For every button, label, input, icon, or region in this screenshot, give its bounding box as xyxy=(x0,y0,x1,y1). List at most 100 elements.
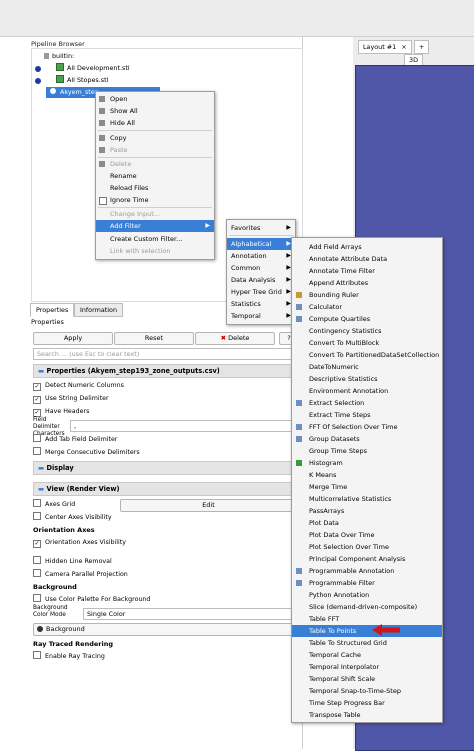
filter-item-environment-annotation[interactable]: Environment Annotation xyxy=(292,385,442,397)
close-icon[interactable]: × xyxy=(401,43,406,51)
enable-ray-tracing-checkbox[interactable]: Enable Ray Tracing xyxy=(33,651,105,662)
filter-item-convert-to-partitioneddatasetcollection[interactable]: Convert To PartitionedDataSetCollection xyxy=(292,349,442,361)
eye-icon[interactable] xyxy=(35,78,41,84)
axes-grid-label: Axes Grid xyxy=(45,501,76,508)
filter-item-plot-selection-over-time[interactable]: Plot Selection Over Time xyxy=(292,541,442,553)
filter-item-plot-data[interactable]: Plot Data xyxy=(292,517,442,529)
filter-item-calculator[interactable]: Calculator xyxy=(292,301,442,313)
filter-item-table-to-points[interactable]: Table To Points xyxy=(292,625,442,637)
menu-item-show-all[interactable]: Show All xyxy=(96,105,214,117)
filter-item-slice-demand-driven-composite[interactable]: Slice (demand-driven-composite) xyxy=(292,601,442,613)
filter-item-python-annotation[interactable]: Python Annotation xyxy=(292,589,442,601)
menu-item-rename[interactable]: Rename xyxy=(96,170,214,182)
tab-properties[interactable]: Properties xyxy=(30,303,75,317)
field-delimiter-input[interactable]: , xyxy=(70,420,299,432)
filter-item-convert-to-multiblock[interactable]: Convert To MultiBlock xyxy=(292,337,442,349)
axes-grid-edit-button[interactable]: Edit xyxy=(120,499,297,512)
menu-item-hide-all[interactable]: Hide All xyxy=(96,117,214,129)
menu-item-label: Create Custom Filter... xyxy=(110,235,183,243)
eye-icon[interactable] xyxy=(35,66,41,72)
filter-item-bounding-ruler[interactable]: Bounding Ruler xyxy=(292,289,442,301)
tree-item-all-development[interactable]: All Development.stl xyxy=(56,63,130,74)
menu-item-hyper-tree-grid[interactable]: Hyper Tree Grid ▶ xyxy=(227,286,295,298)
delete-button[interactable]: ✖ Delete xyxy=(195,332,275,345)
view-section[interactable]: ▬ View (Render View) xyxy=(33,482,303,496)
merge-delimiters-checkbox[interactable]: Merge Consecutive Delimiters xyxy=(33,447,140,458)
add-layout-button[interactable]: + xyxy=(414,40,430,54)
filter-item-label: Annotate Time Filter xyxy=(309,267,375,275)
orientation-visibility-label: Orientation Axes Visibility xyxy=(45,539,126,546)
filter-item-programmable-filter[interactable]: Programmable Filter xyxy=(292,577,442,589)
filter-item-temporal-shift-scale[interactable]: Temporal Shift Scale xyxy=(292,673,442,685)
axes-grid-checkbox[interactable]: Axes Grid xyxy=(33,499,75,510)
camera-parallel-checkbox[interactable]: Camera Parallel Projection xyxy=(33,569,128,580)
menu-item-alphabetical[interactable]: Alphabetical ▶ xyxy=(227,238,295,250)
add-tab-delimiter-checkbox[interactable]: Add Tab Field Delimiter xyxy=(33,434,117,445)
eye-icon[interactable] xyxy=(50,88,56,94)
menu-item-temporal[interactable]: Temporal ▶ xyxy=(227,310,295,322)
tab-information[interactable]: Information xyxy=(74,303,123,317)
tab-information-label: Information xyxy=(80,306,117,314)
menu-item-copy[interactable]: Copy xyxy=(96,132,214,144)
tree-item-all-stopes[interactable]: All Stopes.stl xyxy=(56,75,108,86)
filter-item-label: Transpose Table xyxy=(309,711,361,719)
filter-item-compute-quartiles[interactable]: Compute Quartiles xyxy=(292,313,442,325)
search-input[interactable]: Search ... (use Esc to clear text) xyxy=(33,348,300,360)
detect-numeric-checkbox[interactable]: ✓ Detect Numeric Columns xyxy=(33,380,124,391)
menu-item-reload-files[interactable]: Reload Files xyxy=(96,182,214,194)
filter-item-passarrays[interactable]: PassArrays xyxy=(292,505,442,517)
filter-item-annotate-attribute-data[interactable]: Annotate Attribute Data xyxy=(292,253,442,265)
filter-item-descriptive-statistics[interactable]: Descriptive Statistics xyxy=(292,373,442,385)
center-axes-checkbox[interactable]: Center Axes Visibility xyxy=(33,512,112,523)
filter-item-time-step-progress-bar[interactable]: Time Step Progress Bar xyxy=(292,697,442,709)
use-color-palette-checkbox[interactable]: Use Color Palette For Background xyxy=(33,594,150,605)
orientation-visibility-checkbox[interactable]: ✓ Orientation Axes Visibility xyxy=(33,537,126,548)
menu-item-ignore-time[interactable]: Ignore Time xyxy=(96,194,214,206)
filter-item-k-means[interactable]: K Means xyxy=(292,469,442,481)
filter-item-contingency-statistics[interactable]: Contingency Statistics xyxy=(292,325,442,337)
filter-item-histogram[interactable]: Histogram xyxy=(292,457,442,469)
menu-item-common[interactable]: Common ▶ xyxy=(227,262,295,274)
filter-item-principal-component-analysis[interactable]: Principal Component Analysis xyxy=(292,553,442,565)
filter-item-group-time-steps[interactable]: Group Time Steps xyxy=(292,445,442,457)
hidden-line-checkbox[interactable]: Hidden Line Removal xyxy=(33,556,112,567)
filter-item-fft-of-selection-over-time[interactable]: FFT Of Selection Over Time xyxy=(292,421,442,433)
filter-item-add-field-arrays[interactable]: Add Field Arrays xyxy=(292,241,442,253)
menu-item-favorites[interactable]: Favorites ▶ xyxy=(227,222,295,234)
filter-item-programmable-annotation[interactable]: Programmable Annotation xyxy=(292,565,442,577)
filter-item-multicorrelative-statistics[interactable]: Multicorrelative Statistics xyxy=(292,493,442,505)
menu-item-data-analysis[interactable]: Data Analysis ▶ xyxy=(227,274,295,286)
tree-item-builtin[interactable]: builtin: xyxy=(44,51,74,62)
menu-item-annotation[interactable]: Annotation ▶ xyxy=(227,250,295,262)
background-color-button[interactable]: Background xyxy=(33,623,295,636)
filter-item-group-datasets[interactable]: Group Datasets xyxy=(292,433,442,445)
have-headers-checkbox[interactable]: ✓ Have Headers xyxy=(33,406,89,417)
filter-item-temporal-interpolator[interactable]: Temporal Interpolator xyxy=(292,661,442,673)
reader-properties-section[interactable]: ▬ Properties (Akyem_step193_zone_outputs… xyxy=(33,364,303,378)
bg-color-mode-select[interactable]: Single Color xyxy=(83,608,298,620)
menu-item-statistics[interactable]: Statistics ▶ xyxy=(227,298,295,310)
filter-item-label: Temporal Shift Scale xyxy=(309,675,376,683)
menu-item-open[interactable]: Open xyxy=(96,93,214,105)
filter-item-annotate-time-filter[interactable]: Annotate Time Filter xyxy=(292,265,442,277)
filter-item-table-to-structured-grid[interactable]: Table To Structured Grid xyxy=(292,637,442,649)
filter-item-transpose-table[interactable]: Transpose Table xyxy=(292,709,442,721)
menu-item-add-filter[interactable]: Add Filter ▶ xyxy=(96,220,214,232)
use-string-delimiter-checkbox[interactable]: ✓ Use String Delimiter xyxy=(33,393,109,404)
filter-item-extract-time-steps[interactable]: Extract Time Steps xyxy=(292,409,442,421)
filter-item-extract-selection[interactable]: Extract Selection xyxy=(292,397,442,409)
filter-item-datetonumeric[interactable]: DateToNumeric xyxy=(292,361,442,373)
filter-item-merge-time[interactable]: Merge Time xyxy=(292,481,442,493)
programmable-filter-icon xyxy=(296,580,302,586)
reset-button[interactable]: Reset xyxy=(114,332,194,345)
tab-layout-1[interactable]: Layout #1 × xyxy=(358,40,412,54)
view-3d-label: 3D xyxy=(409,56,418,64)
display-section[interactable]: ▬ Display xyxy=(33,461,303,475)
filter-item-plot-data-over-time[interactable]: Plot Data Over Time xyxy=(292,529,442,541)
menu-item-create-custom-filter[interactable]: Create Custom Filter... xyxy=(96,233,214,245)
filter-item-table-fft[interactable]: Table FFT xyxy=(292,613,442,625)
apply-button[interactable]: Apply xyxy=(33,332,113,345)
filter-item-temporal-snap-to-time-step[interactable]: Temporal Snap-to-Time-Step xyxy=(292,685,442,697)
filter-item-temporal-cache[interactable]: Temporal Cache xyxy=(292,649,442,661)
filter-item-append-attributes[interactable]: Append Attributes xyxy=(292,277,442,289)
